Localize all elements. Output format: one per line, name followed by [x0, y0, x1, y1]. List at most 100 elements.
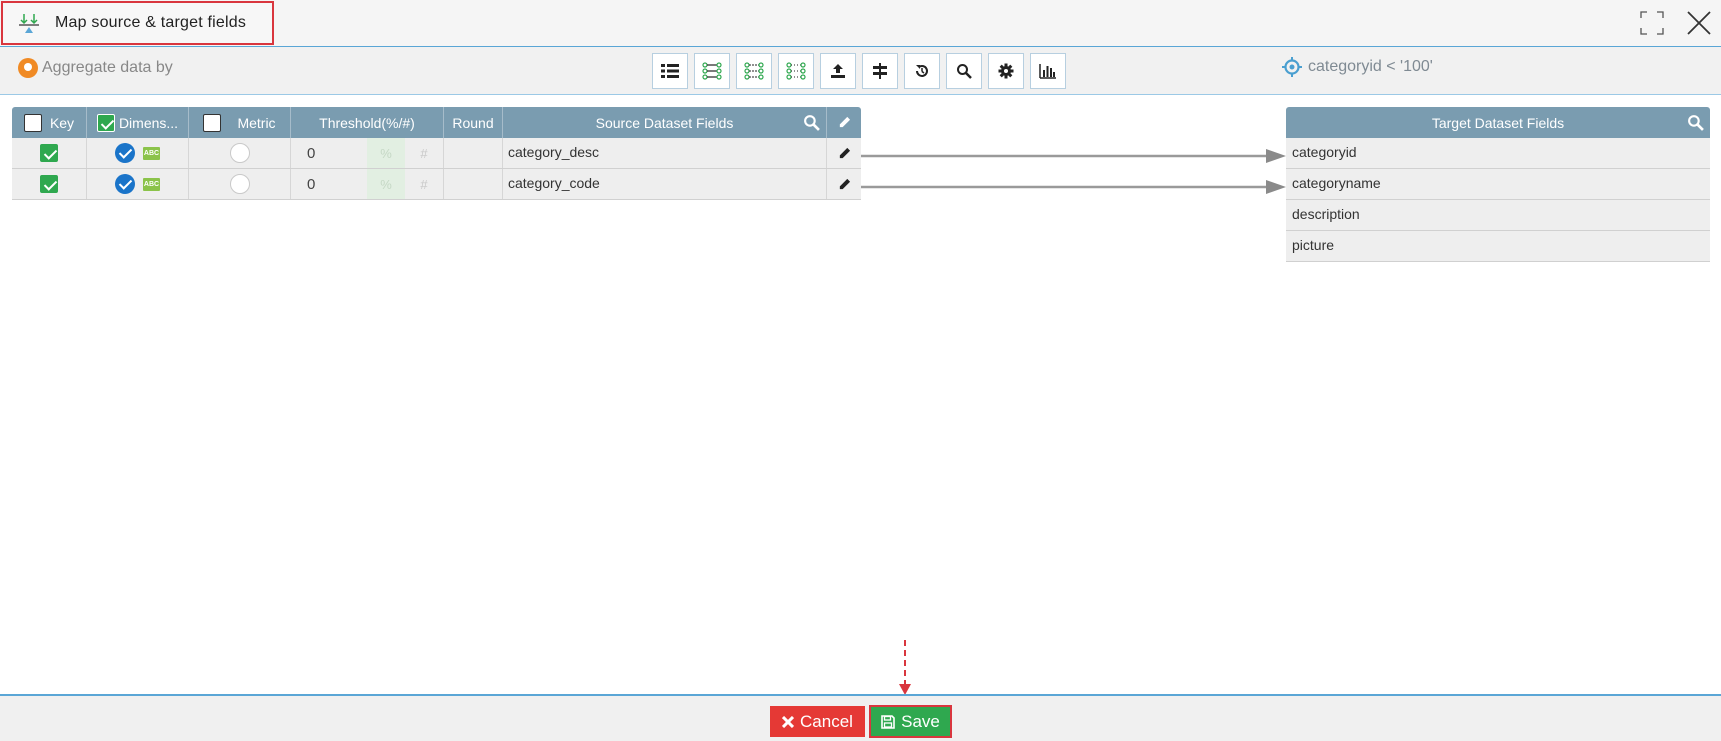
- split-button[interactable]: [862, 53, 898, 89]
- expand-icon[interactable]: [1640, 11, 1664, 35]
- edit-cell: [827, 169, 861, 199]
- pencil-icon[interactable]: [838, 178, 851, 191]
- close-icon: [782, 715, 795, 728]
- round-cell[interactable]: [444, 169, 503, 199]
- toolbar-row: Aggregate data by categoryid < '100': [0, 47, 1721, 95]
- source-table-header: Key Dimens... Metric Threshold(%/#) Roun…: [12, 107, 861, 138]
- metric-select-all-checkbox[interactable]: [203, 113, 222, 132]
- round-header-label: Round: [452, 114, 494, 131]
- metric-radio[interactable]: [229, 174, 250, 194]
- save-label: Save: [901, 711, 940, 731]
- source-field-cell: category_desc: [503, 138, 827, 168]
- target-fields-header-label: Target Dataset Fields: [1431, 114, 1565, 131]
- settings-icon: [998, 63, 1014, 79]
- title-bar: Map source & target fields: [0, 0, 1721, 47]
- dimension-radio[interactable]: [115, 174, 135, 194]
- cancel-button[interactable]: Cancel: [770, 706, 865, 737]
- cancel-label: Cancel: [800, 711, 853, 731]
- source-fields-header-label: Source Dataset Fields: [595, 114, 734, 131]
- target-fields-column-header: Target Dataset Fields: [1286, 107, 1710, 138]
- mapping-toolbar: [652, 53, 1066, 89]
- table-row: ABC 0 % # category_code: [12, 169, 861, 200]
- map-by-position-button[interactable]: [778, 53, 814, 89]
- round-column-header: Round: [444, 107, 503, 138]
- dimension-radio[interactable]: [115, 143, 135, 163]
- aggregate-toggle[interactable]: Aggregate data by: [18, 58, 173, 78]
- auto-map-button[interactable]: [694, 53, 730, 89]
- chart-icon: [1039, 64, 1056, 79]
- aggregate-label: Aggregate data by: [42, 59, 173, 76]
- target-field-row[interactable]: categoryname: [1286, 169, 1710, 200]
- dimension-cell: ABC: [87, 138, 189, 168]
- target-field-row[interactable]: picture: [1286, 231, 1710, 262]
- mapping-arrowhead: [1266, 180, 1286, 194]
- map-by-name-icon: [744, 62, 764, 80]
- chart-button[interactable]: [1030, 53, 1066, 89]
- dimension-cell: ABC: [87, 169, 189, 199]
- map-by-position-icon: [786, 62, 806, 80]
- search-icon[interactable]: [803, 114, 820, 131]
- settings-button[interactable]: [988, 53, 1024, 89]
- split-icon: [873, 63, 887, 79]
- key-column-header: Key: [12, 107, 87, 138]
- pencil-icon[interactable]: [838, 147, 851, 160]
- threshold-percent-toggle[interactable]: %: [367, 169, 405, 199]
- search-button[interactable]: [946, 53, 982, 89]
- metric-column-header: Metric: [189, 107, 291, 138]
- reset-button[interactable]: [904, 53, 940, 89]
- target-table-header: Target Dataset Fields: [1286, 107, 1710, 138]
- dimension-column-header: Dimens...: [87, 107, 189, 138]
- filter-condition[interactable]: categoryid < '100': [1282, 57, 1433, 77]
- threshold-percent-toggle[interactable]: %: [367, 138, 405, 168]
- threshold-cell: 0 % #: [291, 169, 444, 199]
- key-select-all-checkbox[interactable]: [23, 113, 42, 132]
- threshold-cell: 0 % #: [291, 138, 444, 168]
- map-by-name-button[interactable]: [736, 53, 772, 89]
- floppy-disk-icon: [881, 714, 895, 729]
- threshold-input[interactable]: 0: [291, 145, 367, 162]
- list-icon: [661, 64, 679, 78]
- key-header-label: Key: [49, 114, 75, 131]
- metric-header-label: Metric: [237, 114, 276, 131]
- edit-cell: [827, 138, 861, 168]
- source-field-cell: category_code: [503, 169, 827, 199]
- upload-button[interactable]: [820, 53, 856, 89]
- threshold-number-toggle[interactable]: #: [405, 169, 443, 199]
- target-field-row[interactable]: description: [1286, 200, 1710, 231]
- mapping-arrowhead: [1266, 149, 1286, 163]
- search-icon[interactable]: [1687, 114, 1704, 131]
- string-type-badge: ABC: [143, 146, 160, 160]
- filter-target-icon: [1282, 57, 1302, 77]
- mapping-icon: [19, 14, 39, 33]
- metric-radio[interactable]: [229, 143, 250, 163]
- string-type-badge: ABC: [143, 177, 160, 191]
- auto-map-icon: [702, 62, 722, 80]
- source-fields-column-header: Source Dataset Fields: [503, 107, 827, 138]
- metric-cell: [189, 169, 291, 199]
- metric-cell: [189, 138, 291, 168]
- table-row: ABC 0 % # category_desc: [12, 138, 861, 169]
- target-table: Target Dataset Fields categoryid categor…: [1286, 107, 1710, 262]
- pencil-icon[interactable]: [838, 116, 851, 129]
- source-field-name[interactable]: category_code: [503, 169, 600, 191]
- target-field-row[interactable]: categoryid: [1286, 138, 1710, 169]
- search-icon: [957, 64, 972, 79]
- source-field-name[interactable]: category_desc: [503, 138, 599, 160]
- threshold-column-header: Threshold(%/#): [291, 107, 444, 138]
- list-button[interactable]: [652, 53, 688, 89]
- key-checkbox[interactable]: [40, 175, 58, 193]
- edit-column-header: [827, 107, 861, 138]
- threshold-header-label: Threshold(%/#): [319, 114, 415, 131]
- dialog-title-text: Map source & target fields: [55, 14, 247, 31]
- round-cell[interactable]: [444, 138, 503, 168]
- dimension-header-label: Dimens...: [118, 114, 179, 131]
- save-button[interactable]: Save: [869, 705, 952, 738]
- key-cell: [12, 138, 87, 168]
- key-checkbox[interactable]: [40, 144, 58, 162]
- threshold-number-toggle[interactable]: #: [405, 138, 443, 168]
- filter-text: categoryid < '100': [1308, 58, 1433, 75]
- upload-icon: [831, 64, 845, 78]
- dimension-select-all-checkbox[interactable]: [96, 113, 115, 132]
- close-icon[interactable]: [1686, 10, 1712, 36]
- threshold-input[interactable]: 0: [291, 176, 367, 193]
